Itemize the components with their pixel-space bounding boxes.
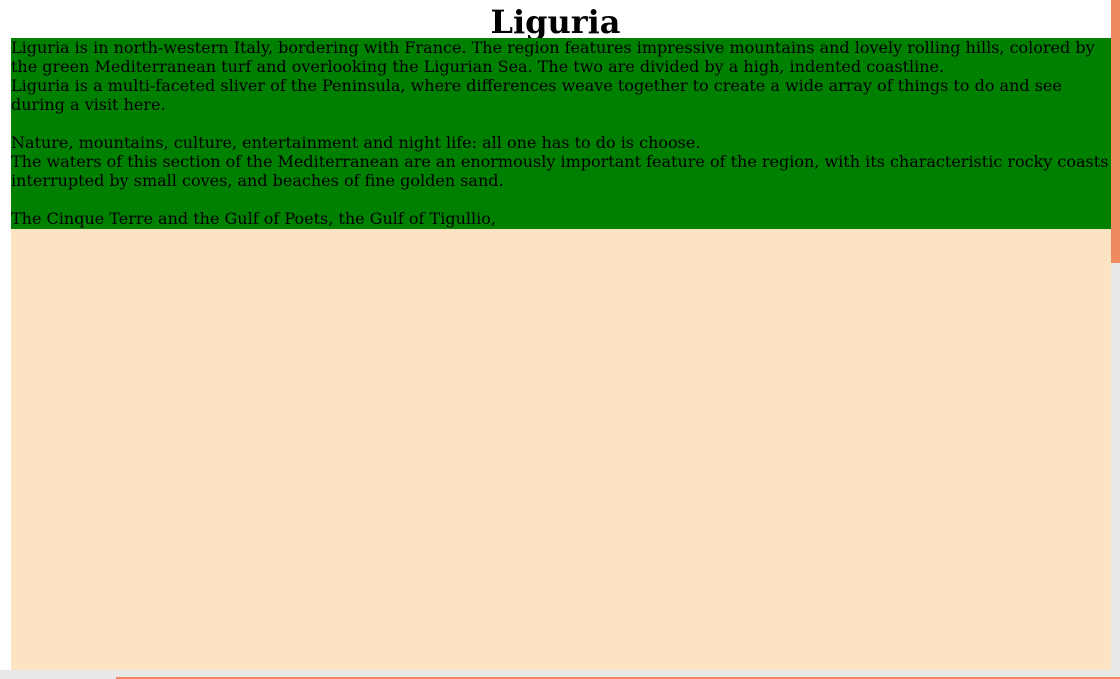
page-title: Liguria	[490, 3, 621, 41]
horizontal-scrollbar[interactable]	[0, 670, 1120, 679]
content-frame: Liguria is in north-western Italy, borde…	[11, 38, 1111, 670]
vertical-scrollbar-thumb[interactable]	[1111, 0, 1120, 263]
paragraph-intro: Liguria is in north-western Italy, borde…	[11, 38, 1095, 76]
paragraph-waters: The waters of this section of the Medite…	[11, 152, 1109, 190]
paragraph-nature: Nature, mountains, culture, entertainmen…	[11, 133, 701, 152]
paragraph-cinque-terre: The Cinque Terre and the Gulf of Poets, …	[11, 209, 496, 228]
content-box: Liguria is in north-western Italy, borde…	[11, 38, 1111, 229]
vertical-scrollbar[interactable]	[1111, 0, 1120, 670]
paragraph-multifaceted: Liguria is a multi-faceted sliver of the…	[11, 76, 1062, 114]
